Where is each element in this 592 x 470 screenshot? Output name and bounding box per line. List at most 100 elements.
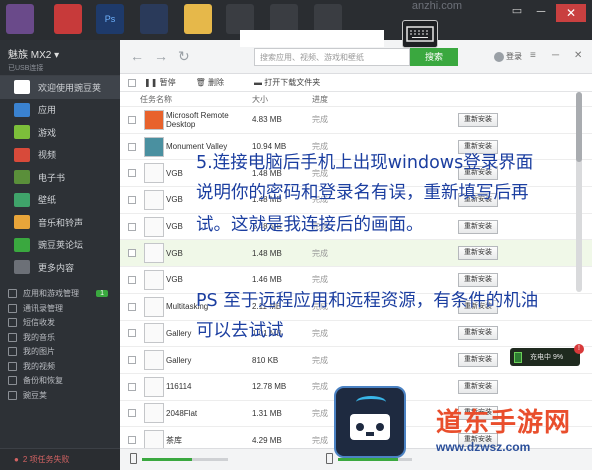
select-all-checkbox[interactable]	[128, 78, 136, 87]
sidebar-item[interactable]: 游戏	[0, 121, 120, 144]
sidebar-item[interactable]: 音乐和铃声	[0, 211, 120, 234]
failed-tasks-notice[interactable]: ● 2 项任务失败	[0, 448, 120, 470]
row-checkbox[interactable]	[128, 329, 136, 338]
secondary-menu-item[interactable]: 我的视频	[0, 359, 120, 374]
menu-item-icon	[14, 260, 30, 275]
secondary-menu-item[interactable]: 备份和恢复	[0, 374, 120, 389]
sidebar-item[interactable]: 壁纸	[0, 189, 120, 212]
back-button[interactable]: ←	[130, 48, 144, 64]
row-checkbox[interactable]	[128, 356, 136, 365]
task-toolbar: ❚❚ 暂停 🗑 删除 ▬ 打开下载文件夹	[120, 74, 592, 92]
maximize-button[interactable]: ▭	[506, 4, 528, 22]
photoshop-icon[interactable]: Ps	[96, 4, 124, 34]
menu-item-icon	[14, 170, 30, 185]
device-status: 已USB连接	[8, 65, 44, 72]
folder-icon[interactable]	[184, 4, 212, 34]
app-status: 完成	[312, 275, 328, 285]
secondary-menu-label: 通讯录管理	[23, 303, 63, 313]
sidebar: 魅族 MX2 ▾ 已USB连接 欢迎使用豌豆荚 应用 游戏 视频 电子书 壁纸 音乐和铃声豌…	[0, 40, 120, 470]
scrollbar-thumb[interactable]	[576, 92, 582, 162]
sidebar-item-label: 视频	[38, 150, 57, 161]
sidebar-item-label: 电子书	[38, 172, 66, 183]
scrollbar[interactable]	[576, 92, 582, 292]
secondary-menu-item[interactable]: 我的图片	[0, 345, 120, 360]
phone-storage-bar	[142, 458, 192, 461]
secondary-menu: 应用和游戏管理 1 通讯录管理短信收发 我的音乐 我的图片 我的视频 备份和恢复 豌豆荚	[0, 287, 120, 403]
close-icon[interactable]: ✕	[574, 50, 582, 61]
row-checkbox[interactable]	[128, 275, 136, 284]
photo-app-icon[interactable]	[6, 4, 34, 34]
app-status: 完成	[312, 248, 328, 258]
table-row[interactable]: Microsoft Remote Desktop 4.83 MB 完成 重新安装	[120, 107, 592, 134]
table-row[interactable]: VGB 1.48 MB 完成 重新安装	[120, 240, 592, 268]
search-button[interactable]: 搜索	[410, 48, 458, 66]
keyboard-icon	[402, 20, 438, 48]
sidebar-item[interactable]: 应用	[0, 99, 120, 122]
sidebar-item[interactable]: 豌豆荚论坛	[0, 234, 120, 257]
menu-item-icon	[14, 125, 30, 140]
row-checkbox[interactable]	[128, 169, 136, 178]
row-checkbox[interactable]	[128, 195, 136, 204]
reinstall-button[interactable]: 重新安装	[458, 112, 498, 127]
row-checkbox[interactable]	[128, 142, 136, 151]
close-button[interactable]: ✕	[556, 4, 586, 22]
app-size: 4.83 MB	[252, 115, 282, 125]
reinstall-button[interactable]: 重新安装	[458, 272, 498, 287]
minimize-button[interactable]: ─	[530, 4, 552, 22]
row-checkbox[interactable]	[128, 436, 136, 445]
sidebar-item-label: 游戏	[38, 127, 57, 138]
secondary-menu-item[interactable]: 应用和游戏管理 1	[0, 287, 120, 302]
app-status: 完成	[312, 408, 328, 418]
secondary-menu-item[interactable]: 短信收发	[0, 316, 120, 331]
game-app-icon[interactable]	[140, 4, 168, 34]
menu-item-icon	[14, 192, 30, 207]
failed-tasks-label: 2 项任务失败	[22, 455, 70, 464]
overlay-line: 试。这就是我连接后的画面。	[196, 215, 424, 235]
minimize-icon[interactable]: ─	[552, 50, 559, 61]
sidebar-item-label: 欢迎使用豌豆荚	[38, 82, 102, 93]
app-status: 完成	[312, 382, 328, 392]
refresh-button[interactable]: ↻	[178, 48, 190, 65]
reinstall-button[interactable]: 重新安装	[458, 326, 498, 341]
row-checkbox[interactable]	[128, 249, 136, 258]
open-folder-button[interactable]: ▬ 打开下载文件夹	[254, 77, 320, 88]
menu-icon[interactable]: ≡	[530, 50, 536, 61]
secondary-menu-label: 应用和游戏管理	[23, 289, 79, 299]
app-size: 810 KB	[252, 355, 279, 365]
reinstall-button[interactable]: 重新安装	[458, 353, 498, 368]
media-app-icon[interactable]	[54, 4, 82, 34]
app-size: 1.46 MB	[252, 275, 282, 285]
table-row[interactable]: Gallery 1.01 MB 完成 重新安装	[120, 321, 592, 348]
search-input[interactable]: 搜索应用、视频、游戏和壁纸	[254, 48, 410, 66]
reinstall-button[interactable]: 重新安装	[458, 219, 498, 234]
device-header[interactable]: 魅族 MX2 ▾ 已USB连接	[0, 40, 120, 76]
column-status: 进度	[312, 94, 328, 104]
row-checkbox[interactable]	[128, 382, 136, 391]
forward-button[interactable]: →	[154, 48, 168, 64]
row-checkbox[interactable]	[128, 222, 136, 231]
app-name: Microsoft Remote Desktop	[166, 110, 229, 129]
sidebar-item[interactable]: 电子书	[0, 166, 120, 189]
column-name: 任务名称	[140, 94, 172, 104]
sidebar-item[interactable]: 更多内容	[0, 256, 120, 279]
row-checkbox[interactable]	[128, 409, 136, 418]
charging-label: 充电中 9%	[530, 354, 564, 361]
delete-button[interactable]: 🗑 删除	[196, 77, 224, 88]
app-icon	[144, 323, 164, 344]
watermark-brand: 道东手游网	[436, 408, 572, 438]
sidebar-item[interactable]: 视频	[0, 144, 120, 167]
secondary-menu-item[interactable]: 豌豆荚	[0, 388, 120, 403]
row-checkbox[interactable]	[128, 115, 136, 124]
watermark-url: www.dzwsz.com	[436, 440, 531, 454]
app-icon	[144, 269, 164, 290]
secondary-menu-item[interactable]: 我的音乐	[0, 330, 120, 345]
pause-button[interactable]: ❚❚ 暂停	[144, 77, 176, 88]
app-size: 1.31 MB	[252, 408, 282, 418]
row-checkbox[interactable]	[128, 302, 136, 311]
reinstall-button[interactable]: 重新安装	[458, 379, 498, 394]
reinstall-button[interactable]: 重新安装	[458, 246, 498, 261]
sidebar-item[interactable]: 欢迎使用豌豆荚	[0, 76, 120, 99]
device-name[interactable]: 魅族 MX2 ▾	[8, 46, 112, 61]
login-link[interactable]: 登录	[494, 51, 522, 62]
secondary-menu-item[interactable]: 通讯录管理	[0, 301, 120, 316]
